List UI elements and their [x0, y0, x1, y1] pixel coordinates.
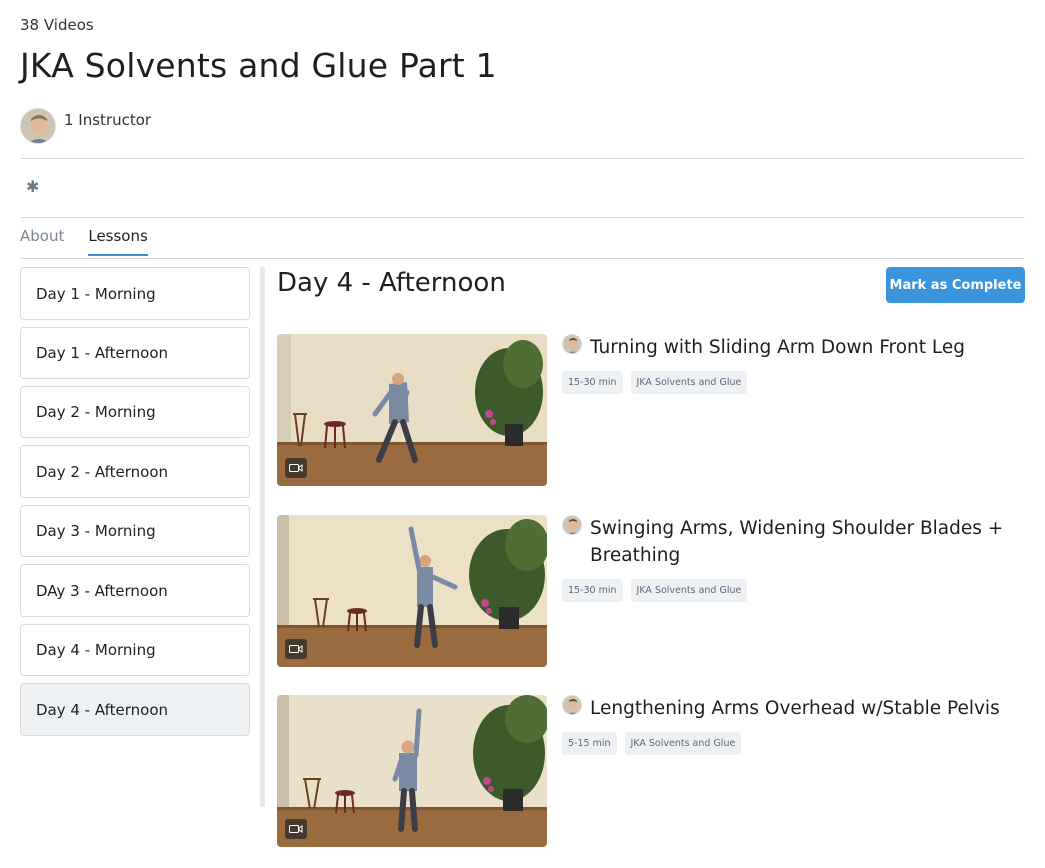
divider [20, 217, 1025, 218]
video-title[interactable]: Lengthening Arms Overhead w/Stable Pelvi… [590, 695, 1010, 722]
course-tag: JKA Solvents and Glue [630, 579, 748, 602]
sidebar-item-day4-morning[interactable]: Day 4 - Morning [20, 624, 250, 676]
video-camera-icon [285, 458, 307, 478]
video-tags: 15-30 min JKA Solvents and Glue [562, 579, 755, 602]
tab-bar: About Lessons [20, 227, 172, 256]
video-tags: 5-15 min JKA Solvents and Glue [562, 732, 749, 755]
sidebar-item-day1-afternoon[interactable]: Day 1 - Afternoon [20, 327, 250, 379]
sidebar-item-day1-morning[interactable]: Day 1 - Morning [20, 267, 250, 320]
sidebar-scrollbar[interactable] [260, 267, 265, 807]
instructor-count[interactable]: 1 Instructor [64, 111, 151, 129]
tab-lessons[interactable]: Lessons [88, 227, 148, 256]
sidebar-item-day3-morning[interactable]: Day 3 - Morning [20, 505, 250, 557]
course-tag: JKA Solvents and Glue [624, 732, 742, 755]
instructor-avatar [562, 334, 582, 354]
duration-tag: 5-15 min [562, 732, 617, 755]
asterisk-icon: ✱ [26, 177, 40, 196]
video-tags: 15-30 min JKA Solvents and Glue [562, 371, 755, 394]
sidebar-item-day2-morning[interactable]: Day 2 - Morning [20, 386, 250, 438]
duration-tag: 15-30 min [562, 371, 623, 394]
mark-complete-button[interactable]: Mark as Complete [886, 267, 1025, 303]
video-thumbnail[interactable] [277, 695, 547, 847]
instructor-avatar [562, 515, 582, 535]
course-tag: JKA Solvents and Glue [630, 371, 748, 394]
video-camera-icon [285, 819, 307, 839]
divider [20, 158, 1025, 159]
tab-about[interactable]: About [20, 227, 64, 256]
instructor-info[interactable]: 1 Instructor [20, 108, 151, 144]
duration-tag: 15-30 min [562, 579, 623, 602]
divider [20, 258, 1025, 259]
video-count: 38 Videos [20, 16, 94, 34]
sidebar-item-day4-afternoon[interactable]: Day 4 - Afternoon [20, 683, 250, 736]
course-title: JKA Solvents and Glue Part 1 [20, 46, 497, 85]
sidebar-item-day3-afternoon[interactable]: DAy 3 - Afternoon [20, 564, 250, 617]
video-title[interactable]: Swinging Arms, Widening Shoulder Blades … [590, 515, 1010, 569]
video-thumbnail[interactable] [277, 515, 547, 667]
instructor-avatar[interactable] [20, 108, 56, 144]
lesson-sidebar: Day 1 - Morning Day 1 - Afternoon Day 2 … [20, 267, 250, 743]
section-title: Day 4 - Afternoon [277, 268, 506, 298]
instructor-avatar [562, 695, 582, 715]
video-thumbnail[interactable] [277, 334, 547, 486]
sidebar-item-day2-afternoon[interactable]: Day 2 - Afternoon [20, 445, 250, 498]
video-title[interactable]: Turning with Sliding Arm Down Front Leg [590, 334, 1010, 361]
video-camera-icon [285, 639, 307, 659]
